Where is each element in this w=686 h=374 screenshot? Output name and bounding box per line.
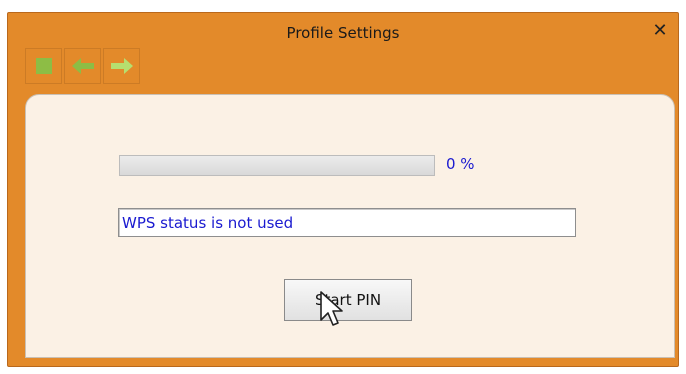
wps-status-field: WPS status is not used bbox=[118, 208, 576, 237]
forward-arrow-icon bbox=[110, 58, 133, 74]
start-pin-button[interactable]: Start PIN bbox=[284, 279, 412, 321]
progress-bar bbox=[119, 155, 435, 176]
mouse-pointer-icon bbox=[320, 291, 343, 326]
back-arrow-icon bbox=[71, 58, 94, 74]
back-button[interactable] bbox=[64, 48, 101, 84]
stop-button[interactable] bbox=[25, 48, 62, 84]
close-button[interactable]: ✕ bbox=[651, 22, 669, 40]
toolbar bbox=[25, 48, 140, 86]
forward-button[interactable] bbox=[103, 48, 140, 84]
stop-icon bbox=[35, 58, 52, 74]
wps-panel: 0 % WPS status is not used Start PIN bbox=[25, 94, 675, 358]
window-title: Profile Settings bbox=[286, 24, 400, 42]
profile-settings-window: Profile Settings ✕ 0 % WPS status is not… bbox=[7, 12, 679, 367]
progress-percent-label: 0 % bbox=[446, 155, 475, 173]
close-icon: ✕ bbox=[652, 20, 668, 41]
